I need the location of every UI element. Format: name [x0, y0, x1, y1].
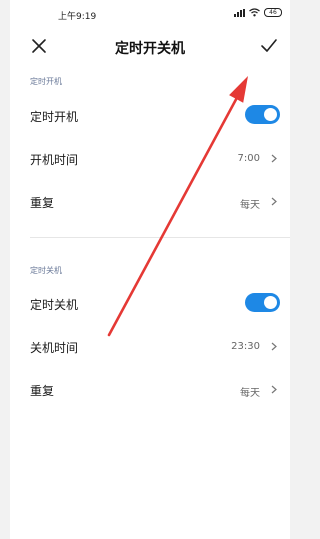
- chevron-right-icon: [271, 154, 277, 163]
- row-power-off-toggle[interactable]: 定时关机: [10, 288, 290, 318]
- power-on-toggle-label: 定时开机: [30, 110, 79, 124]
- page-title: 定时开关机: [115, 41, 185, 57]
- row-power-on-toggle[interactable]: 定时开机: [10, 100, 290, 130]
- power-on-time-label: 开机时间: [30, 153, 79, 167]
- power-off-time-value: 23:30: [231, 341, 260, 352]
- header: 定时开关机: [10, 30, 290, 62]
- toggle-knob: [264, 296, 277, 309]
- power-on-time-value: 7:00: [237, 153, 260, 164]
- signal-icon: [234, 8, 245, 17]
- chevron-right-icon: [271, 197, 277, 206]
- chevron-right-icon: [271, 385, 277, 394]
- checkmark-icon[interactable]: [259, 36, 279, 56]
- row-power-off-repeat[interactable]: 重复 每天: [10, 374, 290, 404]
- battery-icon: 46: [264, 8, 282, 17]
- toggle-knob: [264, 108, 277, 121]
- settings-panel: 上午9:19 46 定时开关机 定时开机 定时开机 开机时间 7:00 重复 每…: [10, 0, 290, 539]
- chevron-right-icon: [271, 342, 277, 351]
- screen: 上午9:19 46 定时开关机 定时开机 定时开机 开机时间 7:00 重复 每…: [0, 0, 300, 539]
- power-off-repeat-label: 重复: [30, 384, 55, 398]
- wifi-icon: [249, 8, 260, 17]
- power-on-repeat-label: 重复: [30, 196, 55, 210]
- status-bar: 上午9:19 46: [10, 0, 290, 30]
- status-time: 上午9:19: [58, 12, 97, 22]
- section-label-power-off: 定时关机: [30, 266, 62, 275]
- power-off-repeat-value: 每天: [240, 388, 260, 399]
- power-on-toggle[interactable]: [245, 105, 280, 124]
- row-power-on-repeat[interactable]: 重复 每天: [10, 186, 290, 216]
- section-label-power-on: 定时开机: [30, 77, 62, 86]
- row-power-on-time[interactable]: 开机时间 7:00: [10, 143, 290, 173]
- power-off-toggle[interactable]: [245, 293, 280, 312]
- power-on-repeat-value: 每天: [240, 200, 260, 211]
- power-off-time-label: 关机时间: [30, 341, 79, 355]
- status-icons: 46: [234, 8, 282, 17]
- section-divider: [30, 237, 290, 238]
- power-off-toggle-label: 定时关机: [30, 298, 79, 312]
- row-power-off-time[interactable]: 关机时间 23:30: [10, 331, 290, 361]
